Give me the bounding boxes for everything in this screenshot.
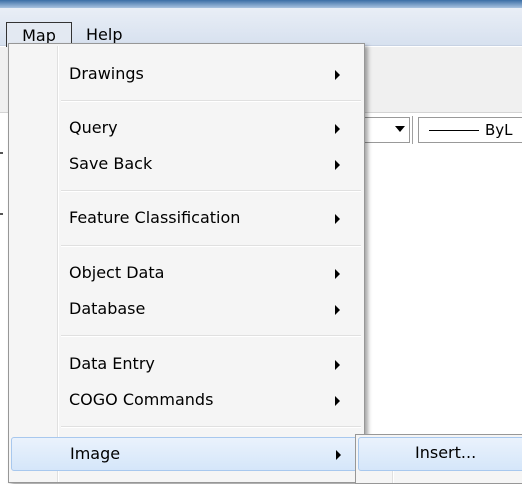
menu-item-drawings[interactable]: Drawings bbox=[11, 58, 362, 92]
menu-separator bbox=[61, 426, 361, 428]
line-sample-icon bbox=[429, 130, 479, 131]
menu-item-feature-classification[interactable]: Feature Classification bbox=[11, 202, 362, 236]
image-submenu: Insert... bbox=[355, 434, 522, 484]
chevron-right-icon bbox=[336, 450, 341, 460]
menu-item-query[interactable]: Query bbox=[11, 112, 362, 146]
menu-item-label: Database bbox=[69, 299, 146, 318]
chevron-right-icon bbox=[335, 160, 340, 170]
window-title-bar bbox=[0, 0, 522, 8]
chevron-right-icon bbox=[335, 70, 340, 80]
menu-separator bbox=[61, 190, 361, 192]
menu-item-object-data[interactable]: Object Data bbox=[11, 257, 362, 291]
menu-item-database[interactable]: Database bbox=[11, 293, 362, 327]
chevron-right-icon bbox=[335, 360, 340, 370]
chevron-right-icon bbox=[335, 214, 340, 224]
menu-separator bbox=[61, 245, 361, 247]
submenu-item-insert[interactable]: Insert... bbox=[358, 437, 522, 471]
menu-item-data-entry[interactable]: Data Entry bbox=[11, 348, 362, 382]
chevron-right-icon bbox=[335, 269, 340, 279]
menu-item-label: Data Entry bbox=[69, 354, 155, 373]
menu-item-label: Object Data bbox=[69, 263, 165, 282]
menu-separator bbox=[61, 335, 361, 337]
linetype-dropdown[interactable]: ByL bbox=[418, 117, 522, 143]
menu-item-save-back[interactable]: Save Back bbox=[11, 148, 362, 182]
linetype-label: ByL bbox=[485, 121, 513, 139]
menu-bar: Map Help bbox=[0, 8, 522, 50]
chevron-right-icon bbox=[335, 396, 340, 406]
chevron-down-icon bbox=[395, 126, 405, 132]
submenu-item-label: Insert... bbox=[415, 443, 477, 462]
chevron-right-icon bbox=[335, 305, 340, 315]
map-menu-dropdown: Drawings Query Save Back Feature Classif… bbox=[8, 43, 365, 483]
toolbar-separator bbox=[412, 116, 416, 144]
menu-item-label: Query bbox=[69, 118, 118, 137]
menu-item-label: Feature Classification bbox=[69, 208, 241, 227]
menu-item-cogo-commands[interactable]: COGO Commands bbox=[11, 384, 362, 418]
menu-separator bbox=[61, 100, 361, 102]
chevron-right-icon bbox=[335, 124, 340, 134]
menu-item-image[interactable]: Image bbox=[11, 437, 362, 471]
menu-item-label: Save Back bbox=[69, 154, 153, 173]
menu-item-label: COGO Commands bbox=[69, 390, 214, 409]
ruler-tick bbox=[0, 152, 3, 154]
menu-item-label: Drawings bbox=[69, 64, 144, 83]
layer-color-dropdown[interactable] bbox=[360, 117, 410, 143]
ruler-tick bbox=[0, 213, 3, 215]
menu-item-label: Image bbox=[70, 444, 121, 463]
